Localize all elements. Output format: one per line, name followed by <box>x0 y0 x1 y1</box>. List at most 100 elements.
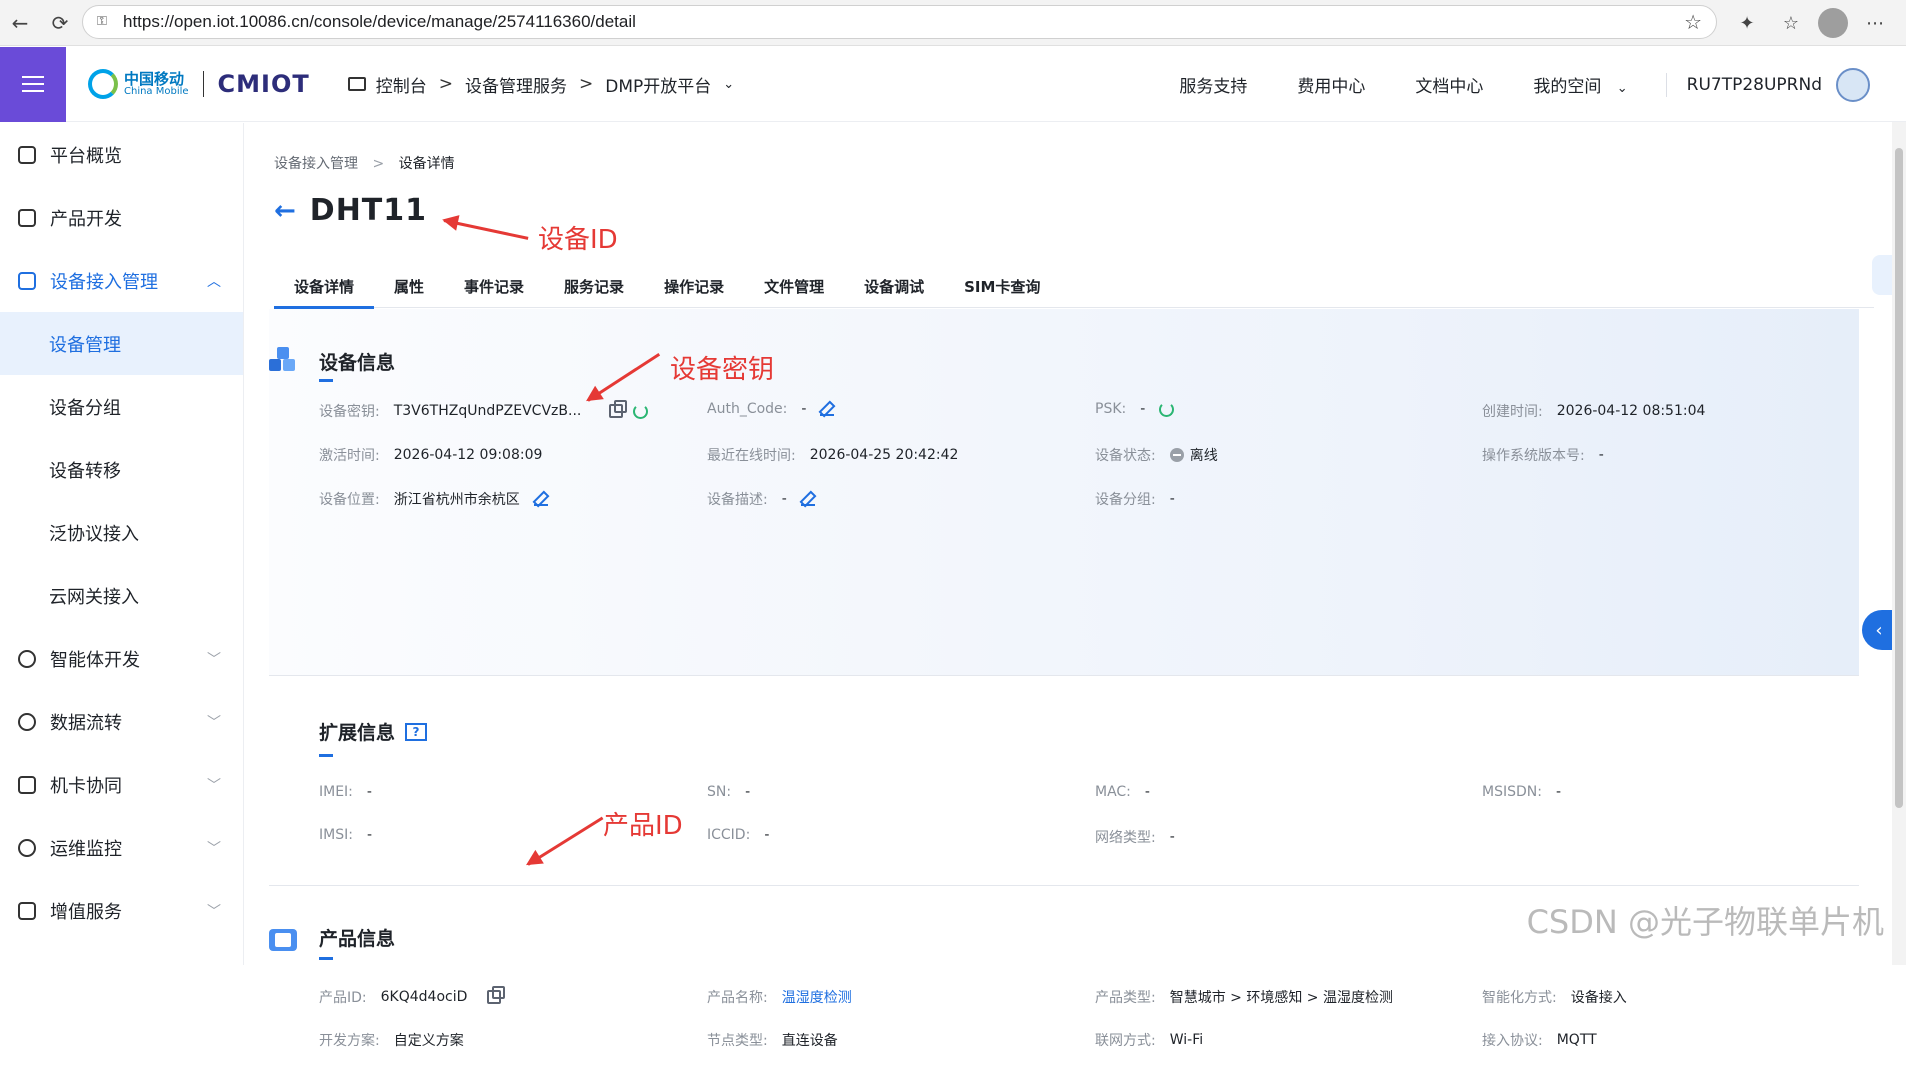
extensions-icon[interactable]: ✦ <box>1730 6 1764 40</box>
my-space-dropdown[interactable]: 我的空间 ⌄ <box>1533 72 1627 97</box>
sidebar-subitem-device-transfer[interactable]: 设备转移 <box>0 438 243 501</box>
sidebar-item-data-flow[interactable]: 数据流转 ﹀ <box>0 690 243 753</box>
address-bar[interactable]: ⚿ https://open.iot.10086.cn/console/devi… <box>82 5 1717 39</box>
back-arrow-icon[interactable]: ← <box>274 196 296 226</box>
sidebar-subitem-device-manage[interactable]: 设备管理 <box>0 312 243 375</box>
sidebar-item-device-access[interactable]: 设备接入管理 ︿ <box>0 249 243 312</box>
breadcrumb-device-access[interactable]: 设备接入管理 <box>274 156 358 172</box>
chevron-down-icon: ﹀ <box>207 775 221 795</box>
sidebar-item-value-add[interactable]: 增值服务 ﹀ <box>0 879 243 942</box>
bookmark-star-icon[interactable]: ☆ <box>1684 10 1702 34</box>
copy-icon[interactable] <box>487 990 501 1004</box>
section-underline <box>319 379 333 382</box>
main-content: 设备接入管理 > 设备详情 ← DHT11 设备详情 属性 事件记录 服务记录 … <box>245 123 1906 965</box>
user-avatar[interactable] <box>1836 68 1870 102</box>
site-info-icon[interactable]: ⚿ <box>97 14 113 30</box>
tab-debug[interactable]: 设备调试 <box>844 266 944 308</box>
device-info-section: 设备信息 设备密钥: T3V6THZqUndPZEVCVzB... Auth_C… <box>269 309 1859 676</box>
product-name-field: 产品名称: 温湿度检测 <box>707 987 852 1007</box>
sidebar-item-overview[interactable]: 平台概览 <box>0 123 243 186</box>
tab-sim-query[interactable]: SIM卡查询 <box>944 266 1060 308</box>
auth-code-field: Auth_Code: - <box>707 401 834 417</box>
dmp-platform-dropdown[interactable]: DMP开放平台 ⌄ <box>605 72 734 97</box>
edit-icon[interactable] <box>534 492 548 506</box>
last-online-field: 最近在线时间: 2026-04-25 20:42:42 <box>707 445 958 465</box>
collapse-panel-button[interactable]: ‹ <box>1862 610 1896 650</box>
top-breadcrumb: 控制台 > 设备管理服务 > DMP开放平台 ⌄ <box>348 72 734 97</box>
psk-field: PSK: - <box>1095 401 1174 417</box>
section-title: 产品信息 <box>319 924 395 951</box>
device-group-field: 设备分组: - <box>1095 489 1175 509</box>
china-mobile-logo-icon <box>88 69 118 99</box>
chevron-down-icon: ﹀ <box>207 838 221 858</box>
hamburger-menu-button[interactable] <box>0 47 66 122</box>
edit-icon[interactable] <box>820 402 834 416</box>
sidebar-item-monitor[interactable]: 运维监控 ﹀ <box>0 816 243 879</box>
refresh-icon[interactable] <box>1159 402 1174 417</box>
help-icon[interactable]: ? <box>405 723 427 741</box>
device-location-field: 设备位置: 浙江省杭州市余杭区 <box>319 489 548 509</box>
sidebar-item-agent-dev[interactable]: 智能体开发 ﹀ <box>0 627 243 690</box>
tab-properties[interactable]: 属性 <box>374 266 444 308</box>
chevron-down-icon: ⌄ <box>1617 81 1628 96</box>
sidebar-item-sim[interactable]: 机卡协同 ﹀ <box>0 753 243 816</box>
profile-avatar[interactable] <box>1818 8 1848 38</box>
annotation-arrow <box>444 219 529 240</box>
back-icon[interactable]: ← <box>0 3 40 43</box>
docs-link[interactable]: 文档中心 <box>1415 72 1483 97</box>
value-add-icon <box>18 902 36 920</box>
annotation-device-key: 设备密钥 <box>670 349 774 386</box>
protocol-field: 接入协议: MQTT <box>1482 1030 1597 1050</box>
browser-chrome: ← ⟳ ⚿ https://open.iot.10086.cn/console/… <box>0 0 1906 46</box>
china-mobile-logo[interactable]: 中国移动 China Mobile <box>88 69 189 99</box>
device-key-field: 设备密钥: T3V6THZqUndPZEVCVzB... <box>319 401 648 421</box>
header-divider <box>1666 73 1667 97</box>
device-service-link[interactable]: 设备管理服务 <box>465 72 567 97</box>
sidebar-subitem-device-group[interactable]: 设备分组 <box>0 375 243 438</box>
floating-assistant-icon[interactable] <box>1872 255 1894 295</box>
scrollbar-thumb[interactable] <box>1895 148 1903 808</box>
chevron-down-icon: ⌄ <box>723 77 734 92</box>
offline-status-icon <box>1170 448 1184 462</box>
product-name-link[interactable]: 温湿度检测 <box>782 987 852 1007</box>
tab-files[interactable]: 文件管理 <box>744 266 844 308</box>
tab-device-detail[interactable]: 设备详情 <box>274 266 374 308</box>
sidebar-item-product-dev[interactable]: 产品开发 <box>0 186 243 249</box>
page-breadcrumb: 设备接入管理 > 设备详情 <box>274 153 455 173</box>
copy-icon[interactable] <box>609 404 623 418</box>
tab-events[interactable]: 事件记录 <box>444 266 544 308</box>
logo-divider <box>203 71 204 97</box>
status-badge: 离线 <box>1190 445 1218 465</box>
breadcrumb-separator: > <box>439 74 453 94</box>
chevron-down-icon: ﹀ <box>207 712 221 732</box>
section-title: 设备信息 <box>319 348 395 375</box>
refresh-icon[interactable] <box>633 404 648 419</box>
detail-tabs: 设备详情 属性 事件记录 服务记录 操作记录 文件管理 设备调试 SIM卡查询 <box>274 266 1874 308</box>
imei-field: IMEI: - <box>319 784 372 800</box>
sidebar-subitem-protocol-access[interactable]: 泛协议接入 <box>0 501 243 564</box>
edit-icon[interactable] <box>801 492 815 506</box>
more-menu-icon[interactable]: ⋯ <box>1858 6 1892 40</box>
dev-plan-field: 开发方案: 自定义方案 <box>319 1030 464 1050</box>
dashboard-icon <box>18 146 36 164</box>
device-description-field: 设备描述: - <box>707 489 815 509</box>
tab-operations[interactable]: 操作记录 <box>644 266 744 308</box>
created-time-field: 创建时间: 2026-04-12 08:51:04 <box>1482 401 1705 421</box>
favorites-icon[interactable]: ☆ <box>1774 6 1808 40</box>
os-version-field: 操作系统版本号: - <box>1482 445 1604 465</box>
reload-icon[interactable]: ⟳ <box>40 3 80 43</box>
sidebar-subitem-cloud-gateway[interactable]: 云网关接入 <box>0 564 243 627</box>
breadcrumb-separator: > <box>579 74 593 94</box>
tab-services[interactable]: 服务记录 <box>544 266 644 308</box>
monitor-icon <box>348 77 366 91</box>
annotation-device-id: 设备ID <box>538 219 618 256</box>
device-access-icon <box>18 272 36 290</box>
device-key-value: T3V6THZqUndPZEVCVzB... <box>394 403 582 419</box>
service-support-link[interactable]: 服务支持 <box>1179 72 1247 97</box>
billing-link[interactable]: 费用中心 <box>1297 72 1365 97</box>
username[interactable]: RU7TP28UPRNd <box>1687 75 1822 95</box>
section-underline <box>319 957 333 960</box>
cmiot-logo[interactable]: CMIOT <box>218 70 310 98</box>
app-header: 中国移动 China Mobile CMIOT 控制台 > 设备管理服务 > D… <box>0 47 1906 122</box>
console-link[interactable]: 控制台 <box>348 72 427 97</box>
